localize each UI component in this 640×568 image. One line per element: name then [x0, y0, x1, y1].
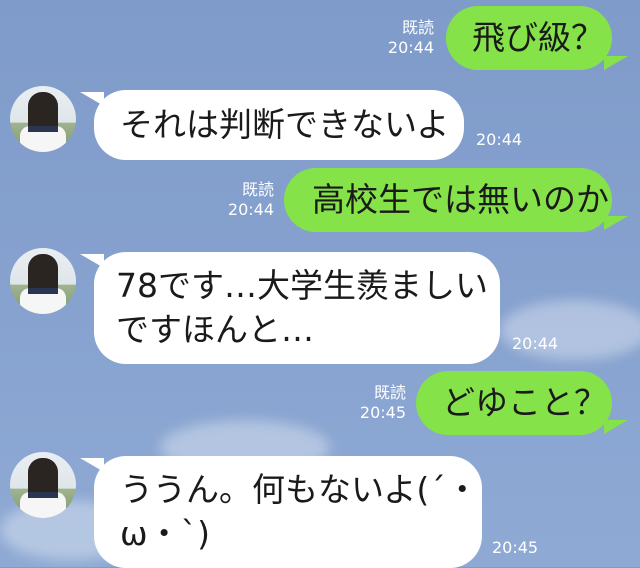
message-text-line: ω・`)	[120, 514, 211, 553]
message-text: それは判断できないよ	[120, 105, 450, 144]
contact-avatar[interactable]	[10, 86, 76, 152]
message-text: 高校生では無いのか	[312, 180, 609, 219]
message-meta: 既読 20:44	[210, 180, 274, 220]
read-receipt: 既読	[401, 18, 434, 37]
message-bubble[interactable]: 78です…大学生羨ましい ですほんと…	[94, 252, 500, 364]
message-time: 20:44	[387, 38, 434, 57]
message-bubble[interactable]: 高校生では無いのか	[284, 168, 612, 232]
read-receipt: 既読	[373, 383, 406, 402]
message-time: 20:44	[227, 200, 274, 219]
message-meta: 既読 20:44	[370, 18, 434, 58]
bubble-tail	[604, 420, 628, 434]
message-bubble[interactable]: 飛び級？	[446, 6, 612, 70]
bubble-tail	[604, 56, 628, 70]
message-text-line: 78です…大学生羨ましい	[116, 266, 488, 305]
message-time: 20:44	[476, 130, 523, 149]
message-text-line: ですほんと…	[116, 310, 314, 349]
message-time: 20:44	[512, 334, 559, 353]
message-time: 20:45	[492, 538, 539, 557]
message-meta: 既読 20:45	[342, 383, 406, 423]
contact-avatar[interactable]	[10, 452, 76, 518]
message-text: 飛び級？	[472, 18, 604, 57]
message-bubble[interactable]: どゆこと？	[416, 371, 612, 435]
message-bubble[interactable]: それは判断できないよ	[94, 90, 464, 160]
contact-avatar[interactable]	[10, 248, 76, 314]
message-bubble[interactable]: ううん。何もないよ(´・ ω・`)	[94, 456, 482, 568]
read-receipt: 既読	[241, 180, 274, 199]
message-text: どゆこと？	[442, 383, 607, 422]
message-text-line: ううん。何もないよ(´・	[120, 470, 479, 509]
message-time: 20:45	[359, 403, 406, 422]
